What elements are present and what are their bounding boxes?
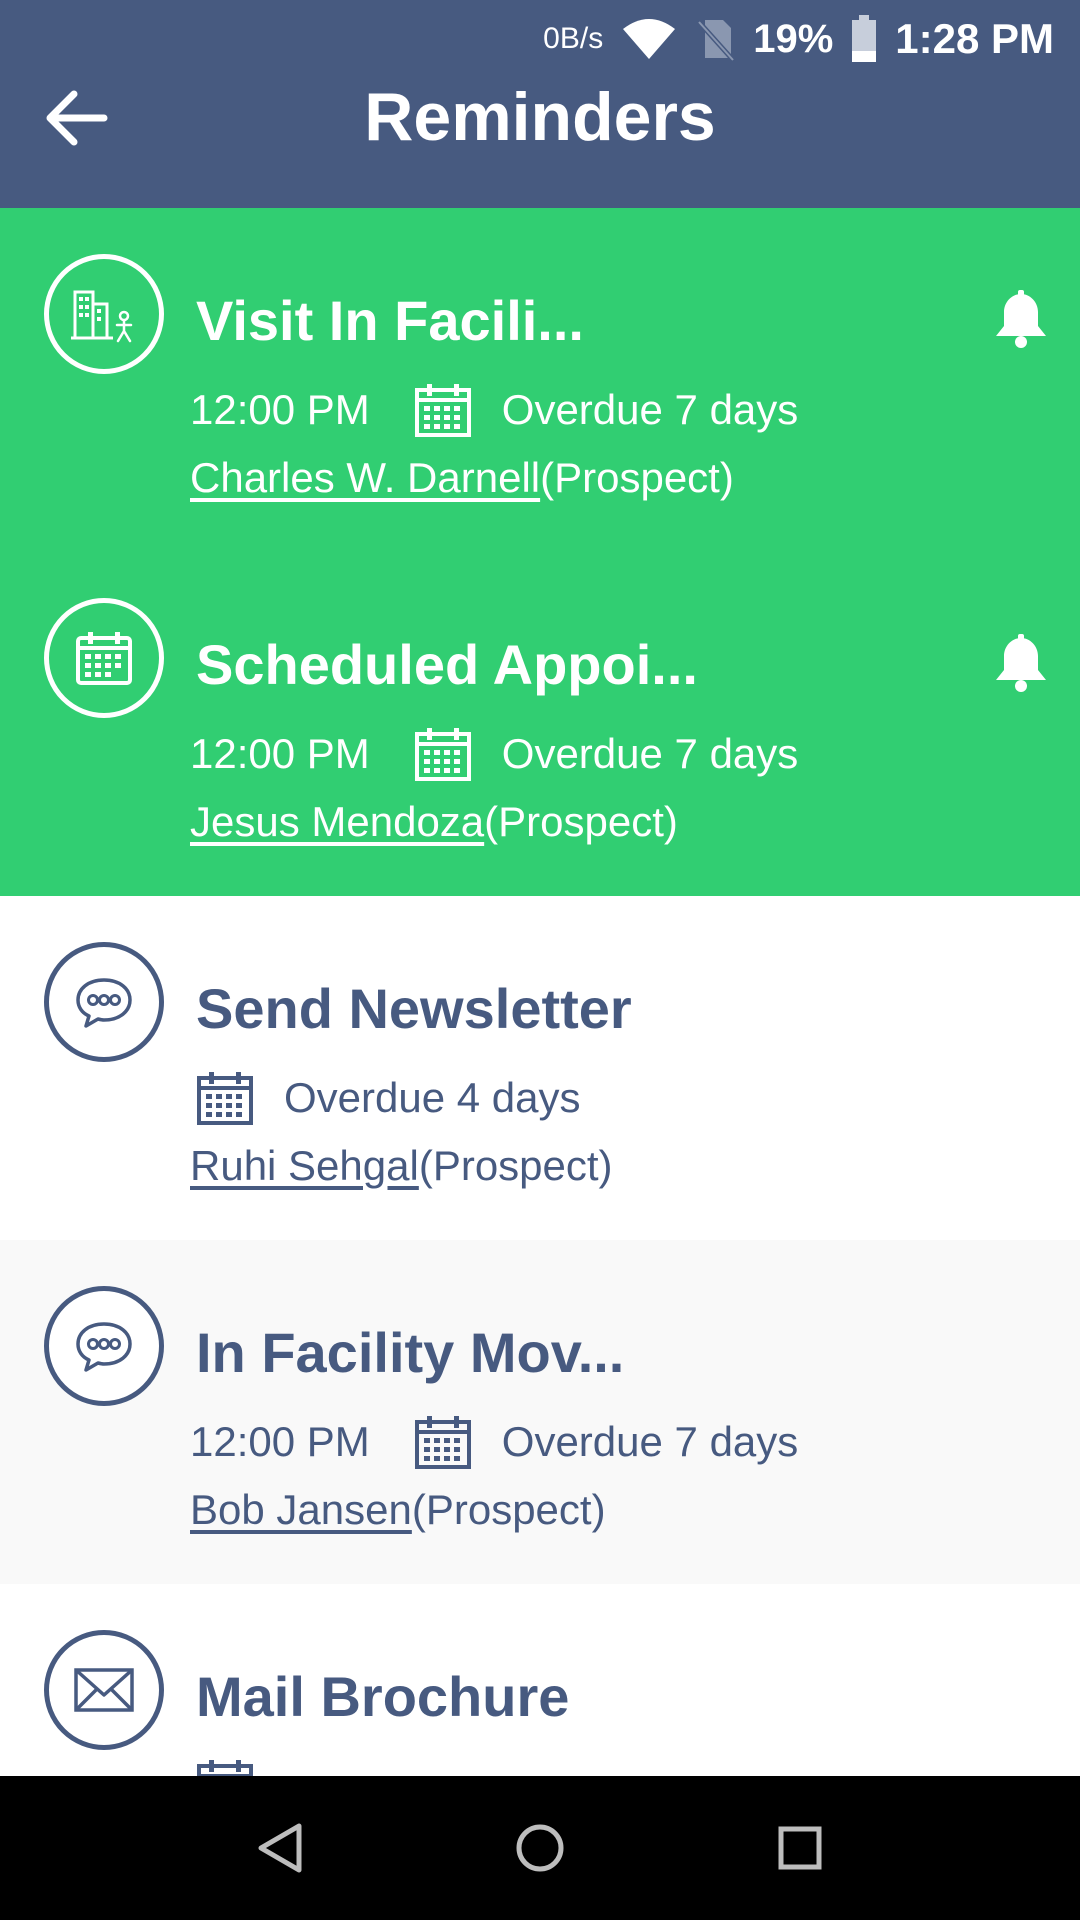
reminder-time: 12:00 PM [190, 730, 370, 777]
reminder-contact: Bob Jansen(Prospect) [190, 1486, 606, 1534]
reminder-meta: 12:00 PM Overdue 7 days [190, 724, 798, 784]
reminder-due: Overdue 7 days [501, 730, 799, 777]
reminder-time: 12:00 PM [190, 386, 370, 433]
reminder-type-badge [44, 598, 164, 718]
reminder-item[interactable]: Visit In Facili... 12:00 PM Overdue 7 da… [0, 208, 1080, 552]
reminder-item[interactable]: In Facility Mov... 12:00 PM Overdue 7 da… [0, 1240, 1080, 1584]
battery-icon [851, 15, 877, 63]
nav-recents-button[interactable] [765, 1813, 835, 1883]
reminder-due: Overdue 7 days [501, 1418, 799, 1465]
reminder-contact: Charles W. Darnell(Prospect) [190, 454, 734, 502]
reminder-type-badge [44, 1630, 164, 1750]
calendar-icon [76, 632, 132, 685]
bell-icon[interactable] [988, 632, 1054, 698]
battery-percent: 19% [753, 16, 834, 61]
reminder-type-badge [44, 254, 164, 374]
status-bar: 0B/s 19% 1:28 PM [543, 14, 1054, 64]
nav-back-button[interactable] [245, 1813, 315, 1883]
reminder-title: Scheduled Appoi... [196, 633, 698, 696]
reminder-due: Overdue 4 days [284, 1074, 581, 1121]
reminder-time: 12:00 PM [190, 1418, 370, 1465]
chat-bubble-icon [76, 978, 132, 1028]
reminder-item[interactable]: Scheduled Appoi... 12:00 PM Overdue 7 da… [0, 552, 1080, 896]
bell-icon[interactable] [988, 288, 1054, 354]
reminder-meta: Overdue 4 days [196, 1068, 581, 1128]
reminder-item[interactable]: Mail Brochure [0, 1584, 1080, 1776]
reminder-title: Visit In Facili... [196, 289, 584, 352]
contact-type: (Prospect) [540, 454, 734, 501]
reminder-type-badge [44, 942, 164, 1062]
nav-home-button[interactable] [505, 1813, 575, 1883]
envelope-icon [74, 1668, 134, 1712]
calendar-icon [414, 1414, 472, 1470]
calendar-icon [414, 726, 472, 782]
page-title: Reminders [364, 79, 716, 155]
reminder-type-badge [44, 1286, 164, 1406]
contact-link[interactable]: Jesus Mendoza [190, 798, 484, 845]
reminder-due: Overdue 7 days [501, 386, 799, 433]
calendar-icon [414, 382, 472, 438]
reminder-item[interactable]: Send Newsletter Overdue 4 days Ruhi Sehg… [0, 896, 1080, 1240]
calendar-icon [196, 1070, 254, 1126]
system-nav-bar [0, 1776, 1080, 1920]
reminder-list[interactable]: Visit In Facili... 12:00 PM Overdue 7 da… [0, 208, 1080, 1776]
reminder-title: Send Newsletter [196, 977, 632, 1040]
square-recents-icon [778, 1826, 822, 1870]
reminder-meta: 12:00 PM Overdue 7 days [190, 380, 798, 440]
contact-type: (Prospect) [418, 1142, 613, 1189]
wifi-icon [621, 17, 677, 61]
reminder-contact: Jesus Mendoza(Prospect) [190, 798, 678, 846]
app-bar: 0B/s 19% 1:28 PM Reminders [0, 0, 1080, 208]
clock: 1:28 PM [895, 15, 1054, 62]
reminder-title: Mail Brochure [196, 1665, 570, 1728]
contact-link[interactable]: Bob Jansen [190, 1486, 412, 1533]
chat-bubble-icon [76, 1322, 132, 1372]
contact-link[interactable]: Ruhi Sehgal [190, 1142, 419, 1189]
reminder-meta [196, 1756, 284, 1776]
triangle-back-icon [258, 1823, 302, 1873]
calendar-icon [196, 1758, 254, 1776]
building-person-icon [71, 290, 133, 343]
reminder-contact: Ruhi Sehgal(Prospect) [190, 1142, 613, 1190]
contact-type: (Prospect) [411, 1486, 606, 1533]
reminder-title: In Facility Mov... [196, 1321, 625, 1384]
network-speed: 0B/s [543, 22, 604, 55]
contact-link[interactable]: Charles W. Darnell [190, 454, 540, 501]
reminder-meta: 12:00 PM Overdue 7 days [190, 1412, 798, 1472]
contact-type: (Prospect) [484, 798, 678, 845]
circle-home-icon [516, 1824, 564, 1872]
no-sim-icon [695, 16, 736, 62]
